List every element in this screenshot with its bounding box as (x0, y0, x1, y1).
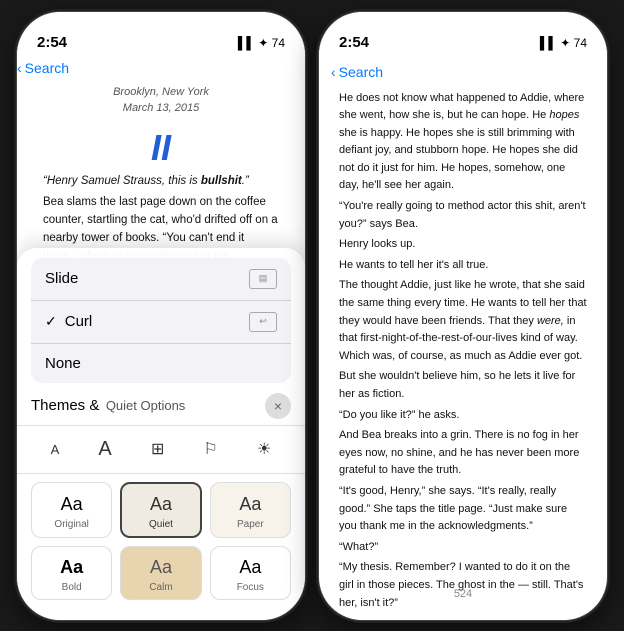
layout-button[interactable]: ⊞ (143, 435, 172, 463)
right-status-bar: 2:54 ▌▌ ✦ 74 (319, 12, 607, 60)
theme-calm-sample: Aa (150, 557, 172, 578)
left-status-icons: ▌▌ ✦ 74 (238, 36, 285, 50)
theme-paper-name: Paper (237, 519, 264, 530)
theme-bold-card[interactable]: Aa Bold (31, 546, 112, 600)
theme-quiet-card[interactable]: Aa Quiet (120, 482, 201, 538)
theme-focus-name: Focus (237, 582, 264, 593)
themes-section-label: Themes & Quiet Options (31, 397, 185, 415)
none-menu-item[interactable]: None (31, 344, 291, 383)
right-back-label: Search (339, 64, 383, 80)
quiet-option-label: Quiet Options (106, 398, 186, 413)
theme-original-sample: Aa (61, 494, 83, 515)
brightness-button[interactable]: ☀ (249, 435, 279, 463)
theme-original-name: Original (54, 519, 88, 530)
right-time: 2:54 (339, 34, 369, 51)
chapter-header: Brooklyn, New York March 13, 2015 (35, 76, 287, 123)
toolbar-row: A A ⊞ ⚐ ☀ (17, 425, 305, 474)
theme-original-card[interactable]: Aa Original (31, 482, 112, 538)
themes-label: Themes & (31, 397, 99, 414)
right-book-text: He does not know what happened to Addie,… (319, 84, 607, 612)
slide-icon: ▤ (249, 269, 277, 289)
theme-bold-name: Bold (62, 582, 82, 593)
left-back-button[interactable]: ‹ Search (17, 60, 305, 76)
page-number: 524 (319, 588, 607, 600)
theme-focus-card[interactable]: Aa Focus (210, 546, 291, 600)
chapter-location: Brooklyn, New York (55, 84, 267, 101)
left-status-bar: 2:54 ▌▌ ✦ 74 (17, 12, 305, 60)
right-phone: 2:54 ▌▌ ✦ 74 ‹ Search He does not know w… (318, 11, 608, 621)
theme-paper-card[interactable]: Aa Paper (210, 482, 291, 538)
overlay-panel: Slide ▤ ✓ Curl ↩ None Themes & Quiet Opt… (17, 248, 305, 620)
right-back-button[interactable]: ‹ Search (331, 64, 383, 80)
font-increase-button[interactable]: A (90, 434, 119, 465)
phones-container: 2:54 ▌▌ ✦ 74 ‹ Search Brooklyn, New York… (16, 11, 608, 621)
theme-calm-name: Calm (149, 582, 172, 593)
curl-icon: ↩ (249, 312, 277, 332)
transition-menu: Slide ▤ ✓ Curl ↩ None (31, 258, 291, 383)
theme-paper-sample: Aa (239, 494, 261, 515)
left-nav-bar: ‹ Search (17, 60, 305, 76)
right-status-icons: ▌▌ ✦ 74 (540, 36, 587, 50)
none-label: None (45, 355, 277, 372)
curl-checkmark: ✓ (45, 313, 57, 330)
font-decrease-button[interactable]: A (43, 438, 68, 461)
chapter-number: II (35, 127, 287, 169)
themes-grid: Aa Original Aa Quiet Aa Paper Aa Bold Aa (17, 482, 305, 600)
theme-bold-sample: Aa (60, 557, 83, 578)
theme-quiet-name: Quiet (149, 519, 173, 530)
left-back-label: Search (25, 60, 69, 76)
curl-menu-item[interactable]: ✓ Curl ↩ (31, 301, 291, 344)
slide-label: Slide (45, 270, 249, 287)
close-button[interactable]: × (265, 393, 291, 419)
curl-label: Curl (65, 313, 249, 330)
left-time: 2:54 (37, 34, 67, 51)
theme-focus-sample: Aa (239, 557, 261, 578)
left-phone: 2:54 ▌▌ ✦ 74 ‹ Search Brooklyn, New York… (16, 11, 306, 621)
theme-quiet-sample: Aa (150, 494, 172, 515)
right-nav-bar: ‹ Search (319, 60, 607, 84)
bookmark-button[interactable]: ⚐ (196, 435, 226, 463)
slide-menu-item[interactable]: Slide ▤ (31, 258, 291, 301)
themes-header: Themes & Quiet Options × (17, 391, 305, 425)
chapter-date: March 13, 2015 (55, 100, 267, 117)
right-chevron-left-icon: ‹ (331, 64, 336, 80)
chevron-left-icon: ‹ (17, 60, 22, 76)
theme-calm-card[interactable]: Aa Calm (120, 546, 201, 600)
